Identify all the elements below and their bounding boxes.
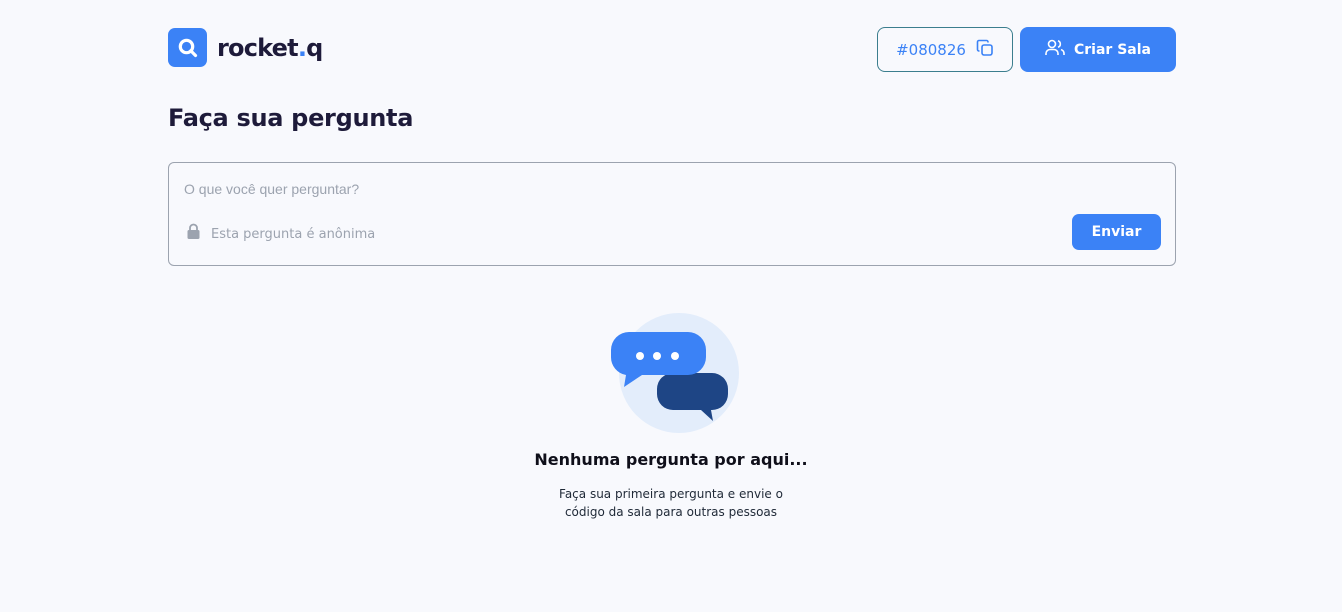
empty-state-description-line1: Faça sua primeira pergunta e envie o	[559, 487, 783, 501]
users-icon	[1045, 39, 1065, 61]
page-title: Faça sua pergunta	[168, 104, 414, 132]
empty-state-title: Nenhuma pergunta por aqui...	[534, 450, 808, 469]
logo-text-suffix: q	[306, 33, 323, 62]
logo-text-main: rocket	[217, 33, 299, 62]
search-icon	[168, 28, 207, 67]
room-code-label: #080826	[896, 40, 966, 59]
anonymous-notice: Esta pergunta é anônima	[186, 223, 375, 245]
anonymous-label: Esta pergunta é anônima	[211, 226, 376, 242]
create-room-button[interactable]: Criar Sala	[1020, 27, 1176, 72]
logo-text: rocket.q	[217, 34, 323, 62]
header: rocket.q #080826 Criar Sala	[168, 27, 1176, 72]
create-room-label: Criar Sala	[1074, 41, 1151, 58]
send-button[interactable]: Enviar	[1072, 214, 1161, 250]
empty-state-description: Faça sua primeira pergunta e envie o cód…	[521, 485, 821, 521]
copy-icon	[976, 39, 994, 61]
chat-bubbles-icon	[609, 312, 741, 441]
room-code-button[interactable]: #080826	[877, 27, 1013, 72]
empty-state-description-line2: código da sala para outras pessoas	[564, 505, 778, 519]
question-form: Esta pergunta é anônima Enviar	[168, 162, 1176, 266]
logo[interactable]: rocket.q	[168, 28, 323, 67]
logo-text-dot: .	[297, 33, 307, 62]
lock-icon	[186, 223, 201, 245]
question-input[interactable]	[184, 179, 1144, 199]
